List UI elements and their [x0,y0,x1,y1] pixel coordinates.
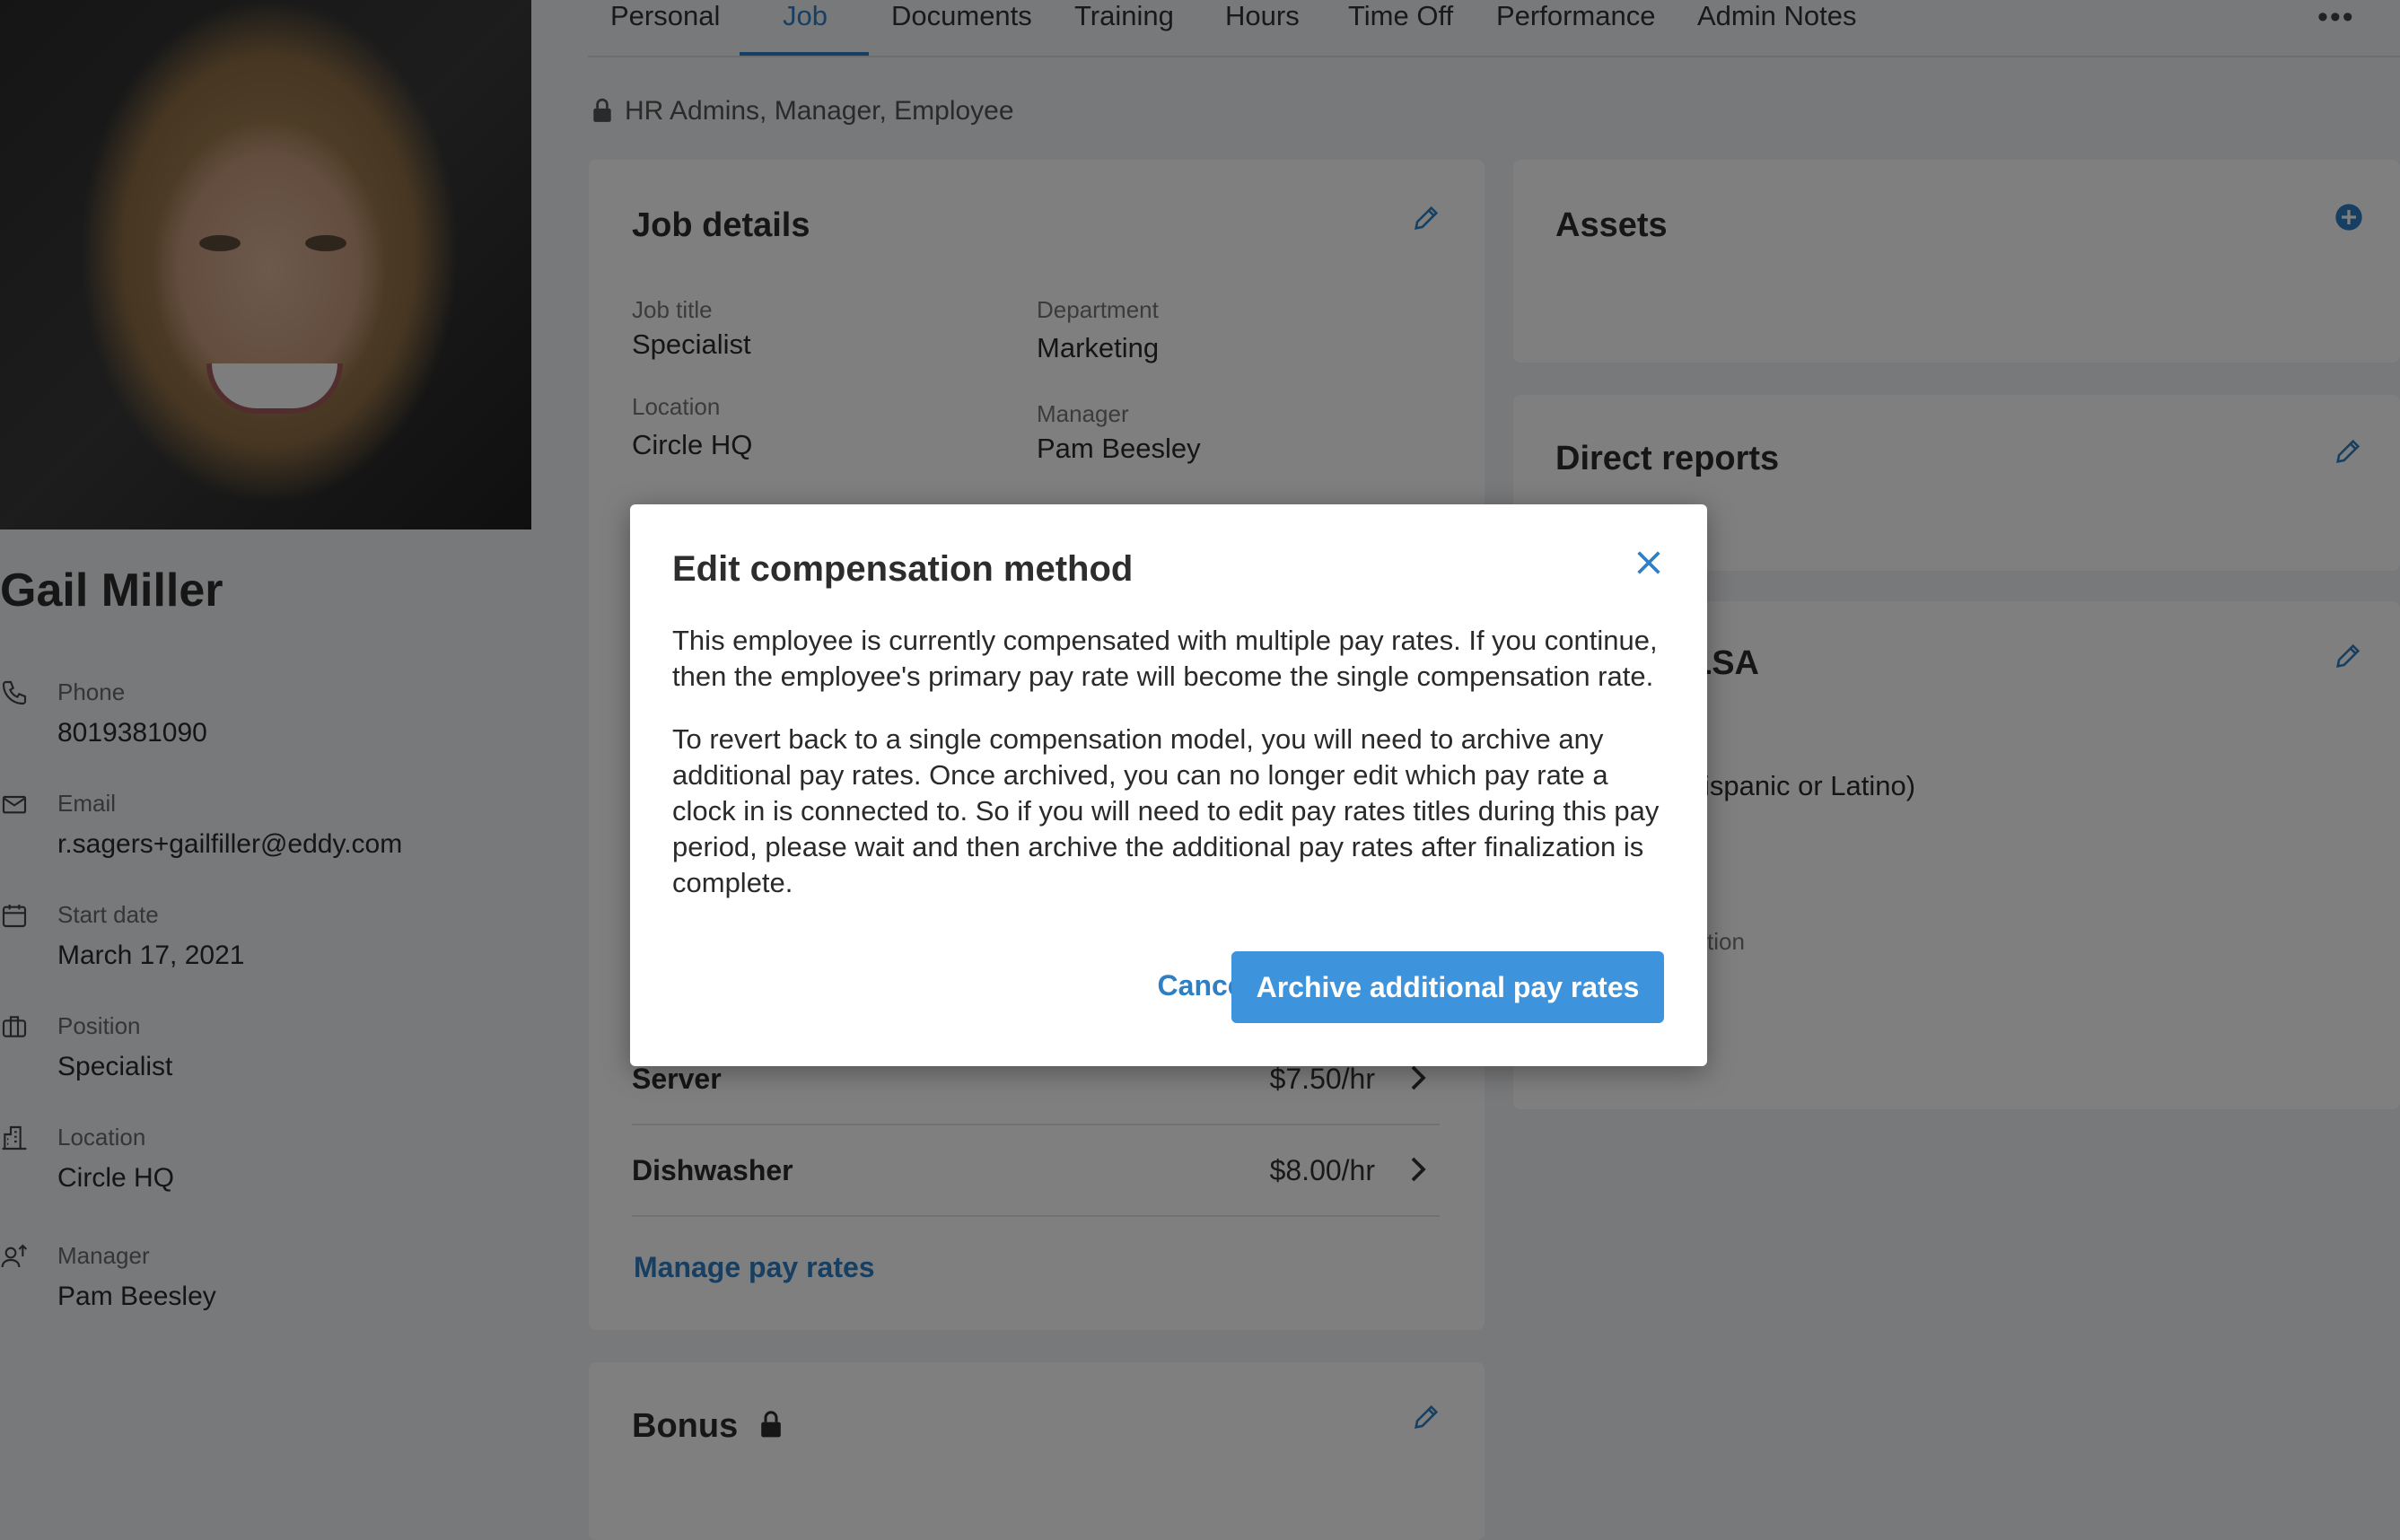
archive-pay-rates-button[interactable]: Archive additional pay rates [1231,951,1664,1023]
edit-compensation-modal: Edit compensation method This employee i… [630,504,1707,1066]
close-icon[interactable] [1634,547,1664,578]
modal-paragraph-2: To revert back to a single compensation … [672,723,1660,898]
modal-paragraph-1: This employee is currently compensated w… [672,625,1658,692]
modal-title: Edit compensation method [672,549,1134,589]
